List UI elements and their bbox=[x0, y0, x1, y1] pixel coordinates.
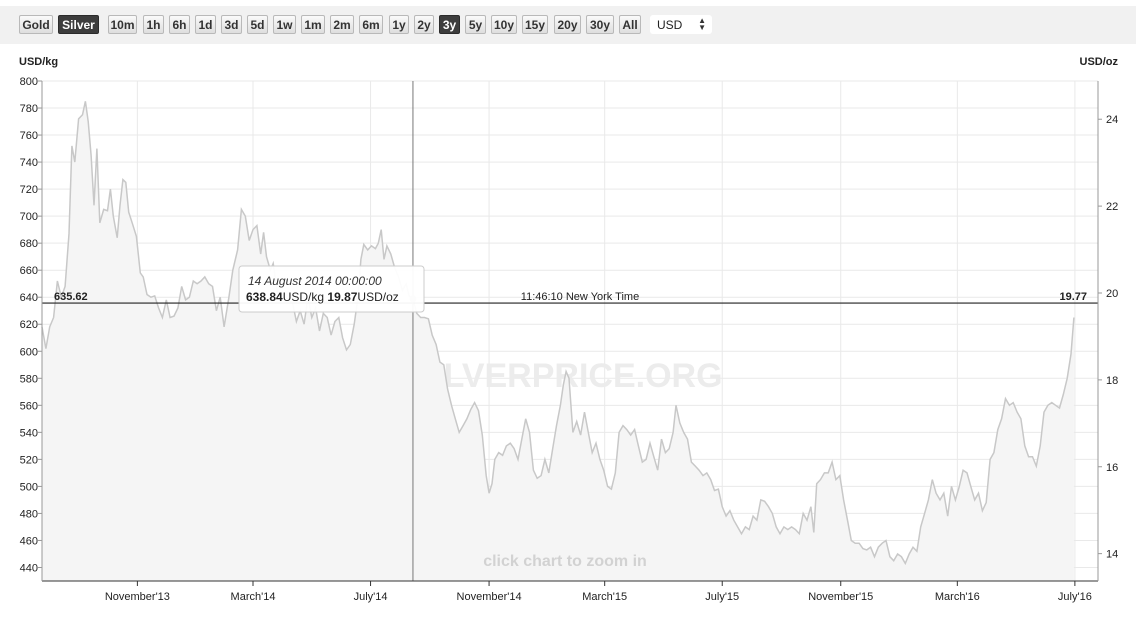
x-tick-label: March'14 bbox=[231, 591, 276, 603]
y-tick-label-left: 460 bbox=[20, 535, 38, 547]
y-tick-label-right: 18 bbox=[1106, 375, 1118, 387]
y-tick-label-left: 680 bbox=[20, 238, 38, 250]
tooltip-oz-unit: USD/oz bbox=[357, 290, 398, 304]
right-axis-title: USD/oz bbox=[1080, 56, 1119, 68]
x-tick-label: November'15 bbox=[808, 591, 873, 603]
y-tick-label-left: 480 bbox=[20, 508, 38, 520]
x-tick-label: July'16 bbox=[1058, 591, 1092, 603]
select-arrows-icon: ▲ ▼ bbox=[698, 16, 706, 32]
tooltip-values: 638.84USD/kg 19.87USD/oz bbox=[246, 290, 399, 304]
range-button-2y[interactable]: 2y bbox=[414, 15, 434, 34]
x-tick-label: November'13 bbox=[105, 591, 170, 603]
metal-button-gold[interactable]: Gold bbox=[19, 15, 53, 34]
x-tick-label: November'14 bbox=[457, 591, 522, 603]
x-tick-label: July'14 bbox=[354, 591, 388, 603]
range-button-5d[interactable]: 5d bbox=[247, 15, 268, 34]
silver-price-chart[interactable]: SILVERPRICE.ORG November'13March'14July'… bbox=[0, 44, 1139, 634]
range-button-2m[interactable]: 2m bbox=[330, 15, 354, 34]
tooltip-kg-value: 638.84 bbox=[246, 290, 283, 304]
range-button-10y[interactable]: 10y bbox=[491, 15, 517, 34]
chart-toolbar: Gold Silver 10m 1h 6h 1d 3d 5d 1w 1m 2m … bbox=[0, 6, 1136, 44]
range-button-1h[interactable]: 1h bbox=[143, 15, 164, 34]
x-tick-label: March'16 bbox=[935, 591, 980, 603]
range-button-3d[interactable]: 3d bbox=[221, 15, 242, 34]
price-area bbox=[42, 101, 1074, 582]
left-axis-title: USD/kg bbox=[19, 56, 58, 68]
y-tick-label-left: 700 bbox=[20, 211, 38, 223]
range-button-1d[interactable]: 1d bbox=[195, 15, 216, 34]
y-tick-label-left: 560 bbox=[20, 400, 38, 412]
range-button-1m[interactable]: 1m bbox=[301, 15, 325, 34]
range-button-5y[interactable]: 5y bbox=[465, 15, 486, 34]
y-tick-label-left: 800 bbox=[20, 76, 38, 88]
range-button-6h[interactable]: 6h bbox=[169, 15, 190, 34]
range-button-10m[interactable]: 10m bbox=[108, 15, 137, 34]
metal-button-silver[interactable]: Silver bbox=[58, 15, 99, 34]
y-tick-label-right: 16 bbox=[1106, 462, 1118, 474]
y-tick-label-left: 640 bbox=[20, 292, 38, 304]
y-tick-label-right: 24 bbox=[1106, 114, 1118, 126]
tooltip-oz-value: 19.87 bbox=[327, 290, 357, 304]
y-tick-label-left: 580 bbox=[20, 373, 38, 385]
current-price-oz-label: 19.77 bbox=[1059, 291, 1087, 303]
y-tick-label-right: 20 bbox=[1106, 288, 1118, 300]
y-tick-label-left: 540 bbox=[20, 427, 38, 439]
range-button-1y[interactable]: 1y bbox=[389, 15, 409, 34]
x-tick-label: March'15 bbox=[582, 591, 627, 603]
currency-select[interactable]: USD ▲ ▼ bbox=[650, 15, 712, 34]
zoom-hint[interactable]: click chart to zoom in bbox=[483, 553, 647, 570]
y-axis-left: 440 460 480 500 520 540 560 580 600 620 640 660 680 7… bbox=[20, 76, 42, 574]
current-price-kg-label: 635.62 bbox=[54, 291, 88, 303]
y-tick-label-left: 500 bbox=[20, 481, 38, 493]
x-tick-label: July'15 bbox=[705, 591, 739, 603]
tooltip-kg-unit: USD/kg bbox=[283, 290, 324, 304]
range-button-3y[interactable]: 3y bbox=[439, 15, 460, 34]
y-tick-label-right: 22 bbox=[1106, 201, 1118, 213]
range-button-30y[interactable]: 30y bbox=[586, 15, 614, 34]
y-tick-label-left: 780 bbox=[20, 103, 38, 115]
range-button-6m[interactable]: 6m bbox=[359, 15, 383, 34]
x-axis: November'13 March'14 July'14 November'14 Mar… bbox=[105, 581, 1092, 603]
tooltip-date: 14 August 2014 00:00:00 bbox=[248, 274, 382, 288]
y-tick-label-left: 760 bbox=[20, 130, 38, 142]
current-price-time-label: 11:46:10 New York Time bbox=[521, 291, 639, 303]
y-tick-label-right: 14 bbox=[1106, 549, 1118, 561]
range-button-15y[interactable]: 15y bbox=[522, 15, 548, 34]
y-tick-label-left: 520 bbox=[20, 454, 38, 466]
currency-select-value: USD bbox=[657, 17, 683, 32]
y-tick-label-left: 620 bbox=[20, 319, 38, 331]
y-axis-right: 14 16 18 20 22 24 bbox=[1098, 114, 1118, 561]
range-button-all[interactable]: All bbox=[619, 15, 641, 34]
y-tick-label-left: 740 bbox=[20, 157, 38, 169]
y-tick-label-left: 720 bbox=[20, 184, 38, 196]
y-tick-label-left: 440 bbox=[20, 562, 38, 574]
range-button-1w[interactable]: 1w bbox=[273, 15, 296, 34]
range-button-20y[interactable]: 20y bbox=[554, 15, 581, 34]
hover-tooltip: 14 August 2014 00:00:00 638.84USD/kg 19.… bbox=[238, 265, 425, 313]
y-tick-label-left: 600 bbox=[20, 346, 38, 358]
y-tick-label-left: 660 bbox=[20, 265, 38, 277]
